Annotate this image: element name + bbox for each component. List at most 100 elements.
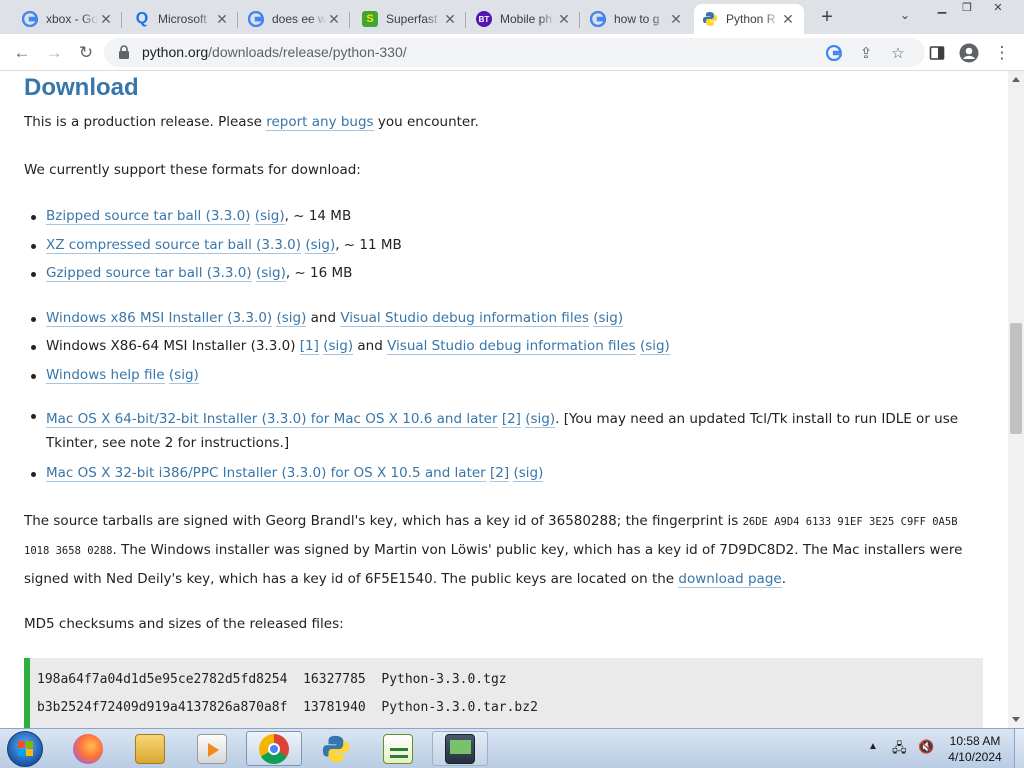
menu-kebab-icon[interactable]: ⋮ [989, 40, 1015, 66]
restore-button[interactable]: ❐ [953, 0, 981, 18]
tab-superfast[interactable]: S Superfast ✕ [354, 4, 466, 34]
tab-title: Microsoft [158, 12, 207, 26]
superfast-icon: S [362, 11, 378, 27]
windows-help-file-link[interactable]: Windows help file [46, 367, 165, 384]
tab-how-to[interactable]: how to g ✕ [582, 4, 692, 34]
python-icon [702, 11, 718, 27]
tab-separator [465, 12, 466, 28]
google-lens-icon[interactable] [824, 43, 844, 63]
sig-link[interactable]: (sig) [168, 367, 199, 384]
download-page-link[interactable]: download page [678, 571, 782, 588]
chrome-icon[interactable] [246, 731, 302, 766]
bzip-tarball-link[interactable]: Bzipped source tar ball (3.3.0) [46, 208, 251, 225]
close-icon[interactable]: ✕ [214, 11, 230, 28]
bt-icon: BT [476, 11, 492, 27]
close-icon[interactable]: ✕ [556, 11, 572, 28]
vs-debug-files-link[interactable]: Visual Studio debug information files [340, 310, 589, 327]
sig-link[interactable]: (sig) [639, 338, 670, 355]
minimize-button[interactable]: ▁ [928, 0, 956, 18]
and-text: and [310, 310, 337, 326]
sig-link[interactable]: (sig) [593, 310, 624, 327]
xz-tarball-link[interactable]: XZ compressed source tar ball (3.3.0) [46, 237, 302, 254]
sig-link[interactable]: (sig) [323, 338, 354, 355]
address-bar[interactable]: python.org/downloads/release/python-330/… [104, 38, 925, 67]
system-clock[interactable]: 10:58 AM 4/10/2024 [944, 733, 1006, 765]
profile-avatar-icon[interactable] [956, 40, 982, 66]
report-bugs-link[interactable]: report any bugs [266, 114, 374, 131]
close-icon[interactable]: ✕ [98, 11, 114, 28]
list-item: Gzipped source tar ball (3.3.0) (sig), ~… [30, 265, 352, 282]
sig-link[interactable]: (sig) [525, 411, 556, 428]
back-button[interactable]: ← [9, 40, 35, 66]
tray-expand-icon[interactable]: ▲ [868, 741, 878, 752]
tab-mobile[interactable]: BT Mobile ph ✕ [468, 4, 580, 34]
new-tab-button[interactable]: + [816, 6, 838, 28]
tab-title: Python R [726, 12, 776, 26]
intro-text: This is a production release. Please [24, 114, 267, 130]
lock-icon[interactable] [118, 45, 130, 59]
python-icon[interactable] [308, 731, 364, 766]
checksum-line: b3b2524f72409d919a4137826a870a8f 1378194… [37, 700, 538, 715]
forward-button[interactable]: → [41, 40, 67, 66]
scroll-up-arrow-icon[interactable] [1012, 77, 1020, 82]
footnote-2-link[interactable]: [2] [501, 411, 521, 428]
sig-link[interactable]: (sig) [255, 265, 286, 282]
reload-button[interactable]: ↻ [73, 40, 99, 66]
tab-does-ee[interactable]: does ee w ✕ [240, 4, 350, 34]
tab-title: xbox - Go [46, 12, 98, 26]
clock-date: 4/10/2024 [948, 750, 1002, 764]
volume-muted-icon[interactable]: 🔇 [918, 739, 934, 755]
media-player-icon[interactable] [184, 731, 240, 766]
tab-xbox[interactable]: xbox - Go ✕ [14, 4, 122, 34]
page-scrollbar[interactable] [1008, 71, 1024, 728]
share-icon[interactable]: ⇪ [856, 43, 876, 63]
tab-separator [349, 12, 350, 28]
url-path: /downloads/release/python-330/ [208, 44, 407, 60]
sig-link[interactable]: (sig) [276, 310, 307, 327]
url-text[interactable]: python.org/downloads/release/python-330/ [142, 44, 407, 60]
tab-title: does ee w [272, 12, 326, 26]
checksum-code-block: 198a64f7a04d1d5e95ce2782d5fd8254 1632778… [24, 658, 983, 728]
close-icon[interactable]: ✕ [326, 11, 342, 28]
tab-search-chevron-icon[interactable]: ⌄ [896, 8, 914, 26]
mac-32-installer-link[interactable]: Mac OS X 32-bit i386/PPC Installer (3.3.… [46, 465, 486, 482]
scroll-down-arrow-icon[interactable] [1012, 717, 1020, 722]
sig-link[interactable]: (sig) [254, 208, 285, 225]
close-icon[interactable]: ✕ [780, 11, 796, 28]
vs-debug-files-link[interactable]: Visual Studio debug information files [387, 338, 636, 355]
signature-paragraph: The source tarballs are signed with Geor… [24, 507, 984, 593]
clock-time: 10:58 AM [949, 734, 1001, 748]
google-icon [248, 11, 264, 27]
window-close-button[interactable]: ✕ [984, 0, 1012, 18]
file-size: , ~ 14 MB [284, 208, 352, 224]
screen-icon[interactable] [432, 731, 488, 766]
windows-logo-icon [18, 741, 34, 757]
side-panel-icon[interactable] [924, 40, 950, 66]
footnote-1-link[interactable]: [1] [299, 338, 319, 355]
notepad-icon[interactable] [370, 731, 426, 766]
browser-toolbar: ← → ↻ python.org/downloads/release/pytho… [0, 34, 1024, 71]
page-content: Download This is a production release. P… [0, 71, 1008, 728]
tab-strip: xbox - Go ✕ Q Microsoft ✕ does ee w ✕ S … [0, 0, 1024, 34]
gzip-tarball-link[interactable]: Gzipped source tar ball (3.3.0) [46, 265, 252, 282]
tab-python-release[interactable]: Python R ✕ [694, 4, 804, 34]
tab-separator [121, 12, 122, 28]
list-item: Windows help file (sig) [31, 367, 199, 384]
footnote-2-link[interactable]: [2] [490, 465, 510, 482]
windows-x86-msi-link[interactable]: Windows x86 MSI Installer (3.3.0) [46, 310, 273, 327]
file-explorer-icon[interactable] [122, 731, 178, 766]
close-icon[interactable]: ✕ [668, 11, 684, 28]
tab-microsoft[interactable]: Q Microsoft ✕ [126, 4, 238, 34]
close-icon[interactable]: ✕ [442, 11, 458, 28]
scrollbar-thumb[interactable] [1010, 323, 1022, 434]
file-size: , ~ 11 MB [335, 237, 402, 253]
sig-link[interactable]: (sig) [305, 237, 336, 254]
show-desktop-button[interactable] [1014, 729, 1024, 768]
start-button[interactable] [7, 731, 43, 767]
firefox-icon[interactable] [60, 731, 116, 766]
bookmark-star-icon[interactable]: ☆ [888, 43, 908, 63]
network-icon[interactable]: 🖧 [892, 739, 907, 761]
tab-title: how to g [614, 12, 660, 26]
mac-64-32-installer-link[interactable]: Mac OS X 64-bit/32-bit Installer (3.3.0)… [46, 411, 498, 428]
sig-link[interactable]: (sig) [513, 465, 544, 482]
